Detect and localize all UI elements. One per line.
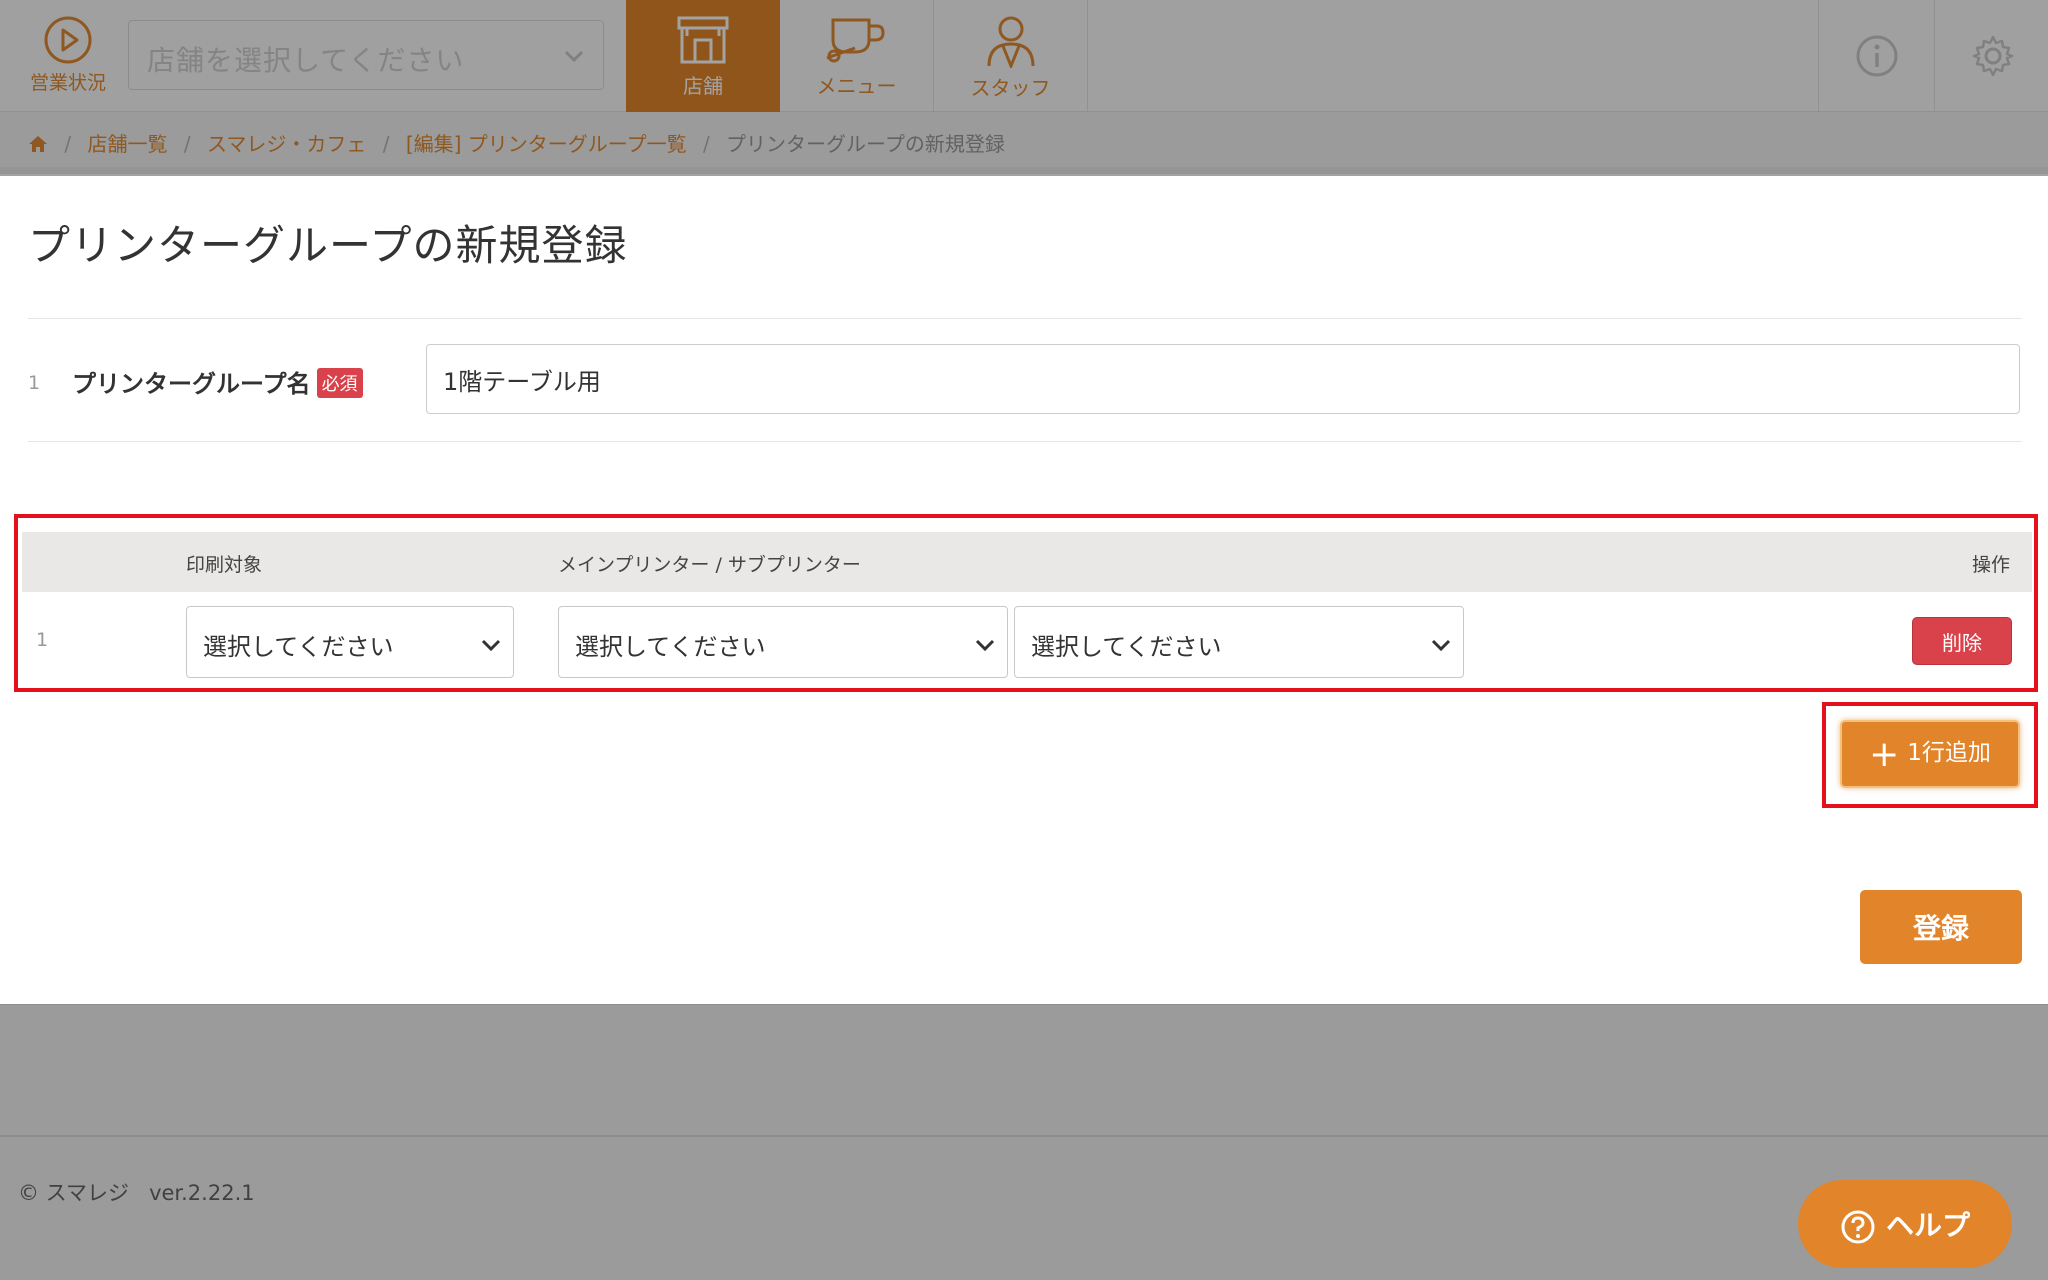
printer-group-name-input[interactable] bbox=[426, 344, 2020, 414]
breadcrumb-current: プリンターグループの新規登録 bbox=[726, 132, 1005, 156]
breadcrumb: / 店舗一覧 / スマレジ・カフェ / [編集] プリンターグループ一覧 / プ… bbox=[0, 112, 2048, 174]
highlight-box-add-row bbox=[1822, 702, 2038, 808]
form-row-number: 1 bbox=[28, 372, 41, 394]
register-button[interactable]: 登録 bbox=[1860, 890, 2022, 964]
divider bbox=[28, 441, 2022, 442]
tab-menu-label: メニュー bbox=[816, 74, 897, 98]
page-title: プリンターグループの新規登録 bbox=[28, 221, 628, 270]
business-status-label: 営業状況 bbox=[29, 72, 106, 94]
question-circle-icon bbox=[1841, 1210, 1875, 1243]
divider bbox=[28, 318, 2022, 319]
staff-icon bbox=[987, 16, 1034, 68]
tab-store-label: 店舗 bbox=[683, 74, 723, 98]
footer-copyright: © スマレジ ver.2.22.1 bbox=[18, 1181, 255, 1205]
store-select-placeholder: 店舗を選択してください bbox=[147, 44, 465, 77]
breadcrumb-store-list[interactable]: 店舗一覧 bbox=[87, 132, 167, 156]
settings-button[interactable] bbox=[1934, 0, 2048, 112]
required-badge: 必須 bbox=[316, 368, 363, 398]
info-button[interactable] bbox=[1818, 0, 1934, 112]
breadcrumb-store[interactable]: スマレジ・カフェ bbox=[207, 132, 366, 156]
footer: © スマレジ ver.2.22.1 bbox=[0, 1004, 2048, 1280]
home-icon[interactable] bbox=[28, 134, 48, 154]
cup-icon bbox=[825, 18, 885, 63]
breadcrumb-printer-group-list[interactable]: [編集] プリンターグループ一覧 bbox=[406, 132, 687, 156]
help-button[interactable]: ヘルプ bbox=[1798, 1180, 2012, 1268]
top-nav: 営業状況 店舗を選択してください 店舗 メニュー スタッフ bbox=[0, 0, 2048, 112]
store-icon bbox=[677, 16, 729, 64]
tab-staff-label: スタッフ bbox=[970, 76, 1051, 100]
tab-staff[interactable]: スタッフ bbox=[934, 0, 1088, 112]
business-status-button[interactable]: 営業状況 bbox=[10, 10, 126, 106]
play-circle-icon bbox=[44, 16, 92, 64]
footer-version: ver.2.22.1 bbox=[149, 1181, 255, 1205]
store-select[interactable]: 店舗を選択してください bbox=[128, 20, 604, 90]
chevron-down-icon bbox=[564, 50, 584, 63]
tab-store[interactable]: 店舗 bbox=[626, 0, 780, 112]
app: 営業状況 店舗を選択してください 店舗 メニュー スタッフ / 店舗一覧 / ス… bbox=[0, 0, 2048, 1280]
printer-group-name-label: プリンターグループ名 必須 bbox=[72, 364, 363, 399]
tab-menu[interactable]: メニュー bbox=[780, 0, 934, 112]
info-icon bbox=[1856, 35, 1898, 77]
gear-icon bbox=[1972, 35, 2014, 77]
divider bbox=[0, 1135, 2048, 1137]
help-label: ヘルプ bbox=[1885, 1208, 1970, 1242]
highlight-box-table bbox=[14, 514, 2038, 692]
